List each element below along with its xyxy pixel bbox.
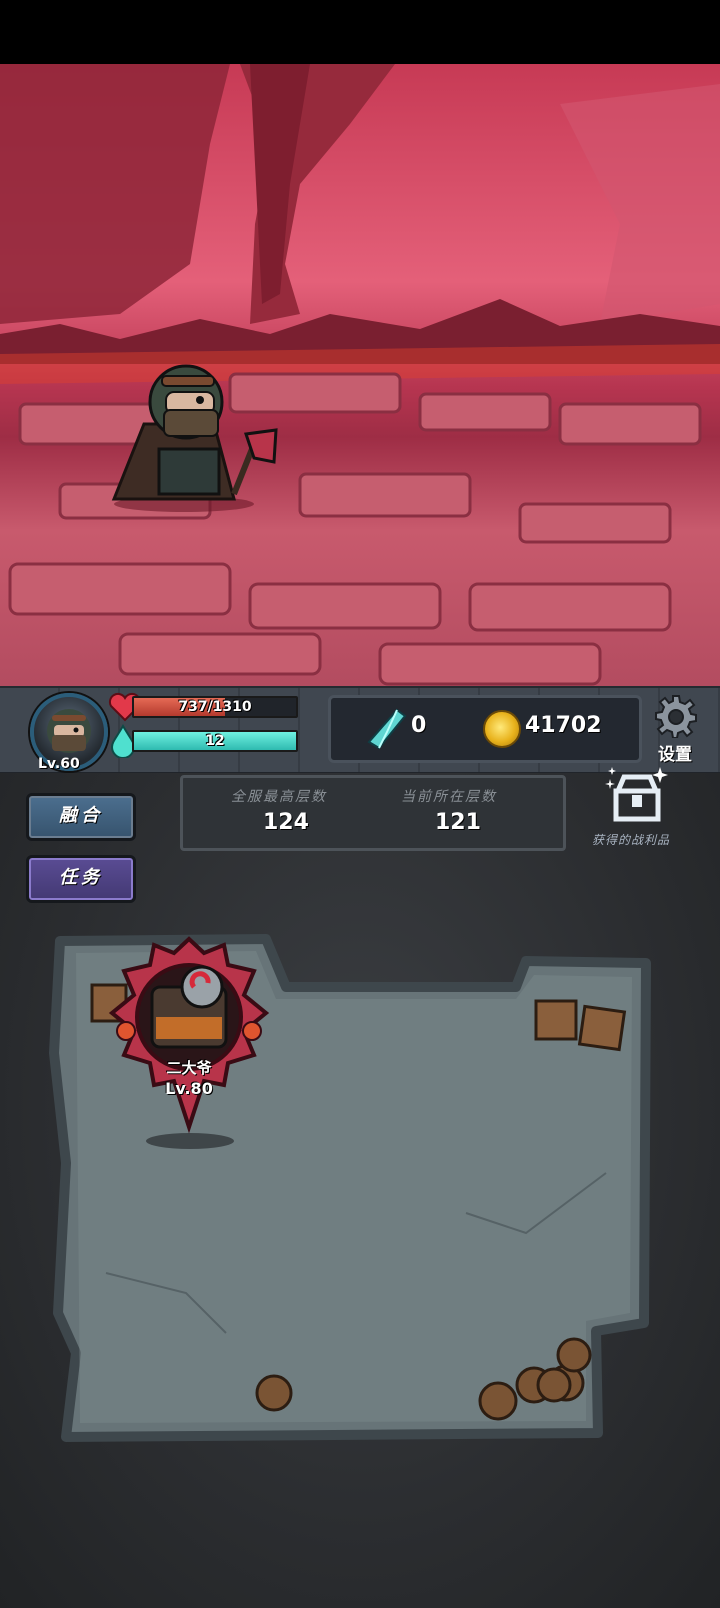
top-bar: [0, 0, 720, 64]
settings-button[interactable]: 设置: [658, 740, 692, 765]
current-floor-value: 121: [435, 810, 481, 835]
task-button[interactable]: 任务: [26, 855, 136, 903]
enemy-name: 二大爷: [166, 1059, 212, 1077]
player-hud: Lv.60 737/1310 12 0 41702 设置: [0, 686, 720, 775]
gear-icon[interactable]: [654, 694, 698, 738]
loot-chest-icon[interactable]: [602, 765, 672, 829]
dungeon-panel: 融合 任务 全服最高层数 124 当前所在层数 121 获得的战利品 二大爷 L…: [0, 767, 720, 1608]
player-level: Lv.60: [38, 756, 80, 772]
best-floor-value: 124: [263, 810, 309, 835]
fuse-button[interactable]: 融合: [26, 793, 136, 841]
hp-text: 737/1310: [178, 699, 252, 715]
hp-bar: 737/1310: [132, 696, 298, 718]
hero-character: [111, 364, 278, 512]
coin-count: 41702: [525, 713, 602, 738]
gem-count: 0: [411, 713, 427, 738]
mp-text: 12: [205, 733, 225, 749]
loot-label[interactable]: 获得的战利品: [592, 831, 670, 848]
best-floor-label: 全服最高层数: [231, 789, 327, 805]
gem-crystal-icon: [367, 708, 407, 750]
battle-scene: [0, 64, 720, 686]
enemy-marker[interactable]: 二大爷 Lv.80: [104, 935, 274, 1155]
floor-stats-panel: 全服最高层数 124 当前所在层数 121: [180, 775, 566, 851]
enemy-level: Lv.80: [165, 1079, 213, 1098]
dungeon-room-map: 二大爷 Lv.80: [46, 933, 676, 1453]
mp-bar: 12: [132, 730, 298, 752]
gold-coin-icon: [483, 710, 521, 748]
resource-panel: 0 41702: [328, 695, 642, 763]
current-floor-label: 当前所在层数: [401, 789, 497, 805]
enemy-badge-icon: [108, 936, 270, 1149]
